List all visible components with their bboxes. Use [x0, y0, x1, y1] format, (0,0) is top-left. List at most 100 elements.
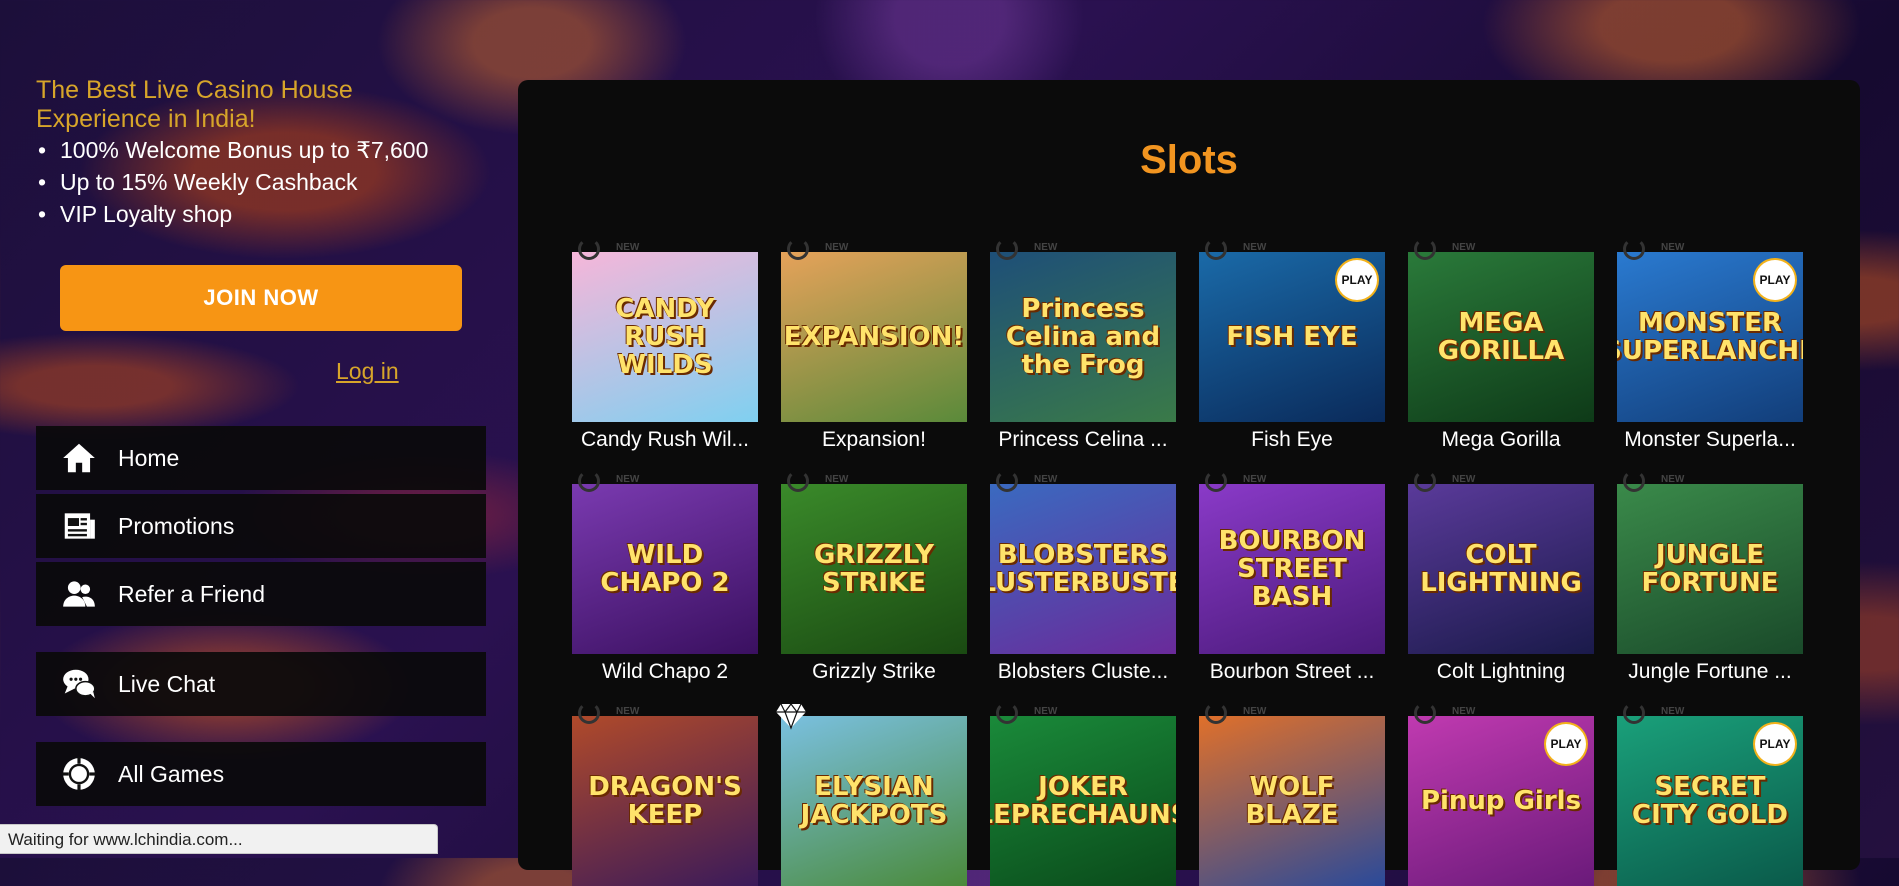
game-thumbnail[interactable]: CANDY RUSH WILDS [572, 252, 758, 422]
new-badge: NEW [1661, 474, 1685, 485]
new-badge: NEW [825, 242, 849, 253]
game-title[interactable]: Bourbon Street ... [1199, 660, 1385, 684]
nav-label: Live Chat [118, 670, 216, 697]
game-thumbnail[interactable]: MONSTER SUPERLANCHE PLAY [1617, 252, 1803, 422]
game-title[interactable]: Expansion! [781, 428, 967, 452]
news-icon [60, 507, 98, 545]
game-tile[interactable]: MONSTER SUPERLANCHE PLAY NEW Monster Superl… [1617, 238, 1803, 452]
game-logo-text: WOLF BLAZE [1245, 772, 1339, 830]
new-badge: NEW [1661, 242, 1685, 253]
game-logo-text: GRIZZLY STRIKE [813, 540, 935, 598]
game-thumbnail[interactable]: COLT LIGHTNING [1408, 484, 1594, 654]
game-thumbnail[interactable]: BLOBSTERS CLUSTERBUSTER [990, 484, 1176, 654]
game-logo-text: EXPANSION! [783, 322, 965, 352]
game-tile[interactable]: MEGA GORILLA NEW Mega Gorilla [1408, 238, 1594, 452]
game-title[interactable]: Monster Superla... [1617, 428, 1803, 452]
game-thumbnail[interactable]: WILD CHAPO 2 [572, 484, 758, 654]
promo-title: The Best Live Casino House Experience in… [36, 76, 353, 133]
new-badge: NEW [1661, 706, 1685, 717]
new-ring-icon [996, 238, 1018, 260]
play-badge[interactable]: PLAY [1755, 724, 1795, 764]
game-logo-text: CANDY RUSH WILDS [615, 294, 715, 380]
nav-label: Refer a Friend [118, 580, 266, 607]
game-title[interactable]: Grizzly Strike [781, 660, 967, 684]
game-tile[interactable]: EXPANSION! NEW Expansion! [781, 238, 967, 452]
game-thumbnail[interactable]: WOLF BLAZE [1199, 716, 1385, 886]
game-logo-text: JUNGLE FORTUNE [1641, 540, 1779, 598]
new-ring-icon [1623, 238, 1645, 260]
browser-status-bar: Waiting for www.lchindia.com... [0, 824, 438, 854]
game-logo-text: Princess Celina and the Frog [1005, 294, 1161, 380]
users-icon [60, 575, 98, 613]
game-tile[interactable]: GRIZZLY STRIKE NEW Grizzly Strike [781, 470, 967, 684]
promo-bullets: 100% Welcome Bonus up to ₹7,600 Up to 15… [36, 134, 428, 230]
game-thumbnail[interactable]: Pinup Girls PLAY [1408, 716, 1594, 886]
game-tile[interactable]: WOLF BLAZE NEW [1199, 702, 1385, 886]
game-tile[interactable]: WILD CHAPO 2 NEW Wild Chapo 2 [572, 470, 758, 684]
game-tile[interactable]: Princess Celina and the Frog NEW Princess … [990, 238, 1176, 452]
nav-live-chat[interactable]: Live Chat [36, 652, 486, 716]
home-icon [60, 439, 98, 477]
game-logo-text: SECRET CITY GOLD [1632, 772, 1788, 830]
new-ring-icon [1205, 238, 1227, 260]
play-badge[interactable]: PLAY [1337, 260, 1377, 300]
game-title[interactable]: Candy Rush Wil... [572, 428, 758, 452]
game-logo-text: Pinup Girls [1420, 786, 1582, 816]
game-title[interactable]: Wild Chapo 2 [572, 660, 758, 684]
game-tile[interactable]: ELYSIAN JACKPOTS [776, 703, 967, 886]
game-tile[interactable]: JOKER LEPRECHAUNS NEW [990, 702, 1176, 886]
game-tile[interactable]: COLT LIGHTNING NEW Colt Lightning [1408, 470, 1594, 684]
new-ring-icon [996, 702, 1018, 724]
game-thumbnail[interactable]: ELYSIAN JACKPOTS [781, 716, 967, 886]
game-logo-text: JOKER LEPRECHAUNS [990, 772, 1176, 830]
game-thumbnail[interactable]: GRIZZLY STRIKE [781, 484, 967, 654]
game-tile[interactable]: BLOBSTERS CLUSTERBUSTER NEW Blobsters Clus… [990, 470, 1176, 684]
game-tile[interactable]: CANDY RUSH WILDS NEW Candy Rush Wil... [572, 238, 758, 452]
section-title: Slots [1140, 138, 1238, 182]
game-title[interactable]: Jungle Fortune ... [1617, 660, 1803, 684]
game-thumbnail[interactable]: JOKER LEPRECHAUNS [990, 716, 1176, 886]
nav-label: Home [118, 444, 180, 471]
new-badge: NEW [1243, 706, 1267, 717]
new-badge: NEW [616, 242, 640, 253]
game-title[interactable]: Princess Celina ... [990, 428, 1176, 452]
play-badge[interactable]: PLAY [1755, 260, 1795, 300]
nav-home[interactable]: Home [36, 426, 486, 490]
nav-all-games[interactable]: All Games [36, 742, 486, 806]
game-thumbnail[interactable]: MEGA GORILLA [1408, 252, 1594, 422]
new-badge: NEW [1034, 474, 1058, 485]
play-badge[interactable]: PLAY [1546, 724, 1586, 764]
new-ring-icon [1414, 238, 1436, 260]
game-thumbnail[interactable]: FISH EYE PLAY [1199, 252, 1385, 422]
new-ring-icon [787, 238, 809, 260]
new-ring-icon [1205, 702, 1227, 724]
game-logo-text: DRAGON'S KEEP [588, 772, 742, 830]
game-thumbnail[interactable]: EXPANSION! [781, 252, 967, 422]
nav-promotions[interactable]: Promotions [36, 494, 486, 558]
game-tile[interactable]: DRAGON'S KEEP NEW [572, 702, 758, 886]
join-now-button[interactable]: JOIN NOW [60, 265, 462, 331]
new-ring-icon [578, 702, 600, 724]
game-thumbnail[interactable]: JUNGLE FORTUNE [1617, 484, 1803, 654]
login-link[interactable]: Log in [336, 358, 399, 384]
game-title[interactable]: Fish Eye [1199, 428, 1385, 452]
new-ring-icon [1623, 470, 1645, 492]
game-title[interactable]: Mega Gorilla [1408, 428, 1594, 452]
game-tile[interactable]: SECRET CITY GOLD PLAY NEW [1617, 702, 1803, 886]
game-title[interactable]: Colt Lightning [1408, 660, 1594, 684]
game-tile[interactable]: Pinup Girls PLAY NEW [1408, 702, 1594, 886]
game-logo-text: MEGA GORILLA [1437, 308, 1565, 366]
game-title[interactable]: Blobsters Cluste... [990, 660, 1176, 684]
game-tile[interactable]: JUNGLE FORTUNE NEW Jungle Fortune ... [1617, 470, 1803, 684]
game-thumbnail[interactable]: Princess Celina and the Frog [990, 252, 1176, 422]
game-thumbnail[interactable]: SECRET CITY GOLD PLAY [1617, 716, 1803, 886]
game-thumbnail[interactable]: DRAGON'S KEEP [572, 716, 758, 886]
promo-bullet: Up to 15% Weekly Cashback [36, 166, 428, 198]
game-tile[interactable]: FISH EYE PLAY NEW Fish Eye [1199, 238, 1385, 452]
chat-icon [60, 665, 98, 703]
sidebar: The Best Live Casino House Experience in… [0, 0, 500, 858]
nav-refer-a-friend[interactable]: Refer a Friend [36, 562, 486, 626]
new-badge: NEW [1452, 706, 1476, 717]
game-tile[interactable]: BOURBON STREET BASH NEW Bourbon Street ... [1199, 470, 1385, 684]
game-thumbnail[interactable]: BOURBON STREET BASH [1199, 484, 1385, 654]
